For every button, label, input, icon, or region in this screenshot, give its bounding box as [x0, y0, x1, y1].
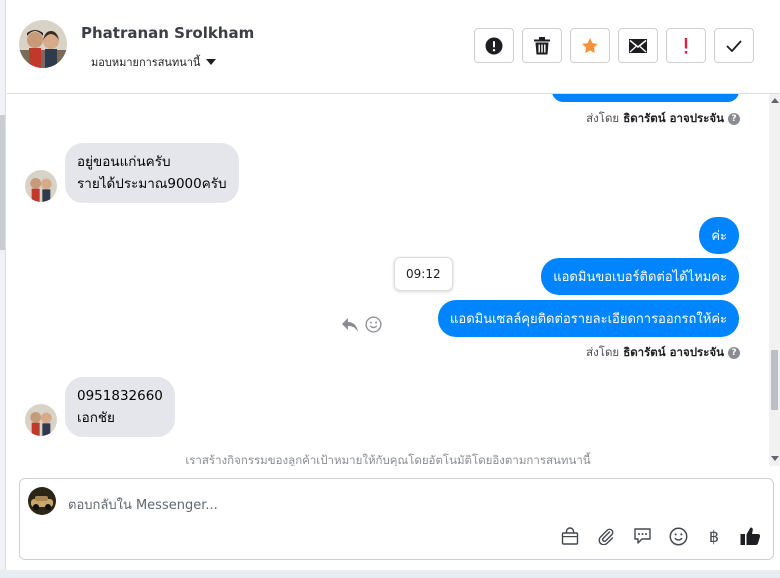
delete-button[interactable]	[522, 28, 562, 63]
conversation-toolbar	[474, 28, 754, 63]
outgoing-message[interactable]: แอดมินเซลล์คุยติดต่อรายละเอียดการออกรถให…	[438, 300, 739, 337]
star-icon	[582, 37, 598, 53]
sent-by-line: ส่งโดย ธิดารัตน์ อาจประจัน ?	[586, 110, 740, 128]
chat-scrollbar[interactable]	[769, 94, 780, 466]
exclamation-circle-icon	[485, 37, 503, 54]
contact-avatar-small[interactable]	[25, 170, 57, 202]
reply-input[interactable]: ตอบกลับใน Messenger...	[68, 494, 218, 515]
help-icon[interactable]: ?	[728, 113, 740, 125]
incoming-message[interactable]: 0951832660 เอกชัย	[65, 377, 175, 437]
check-icon	[726, 39, 742, 52]
star-button[interactable]	[570, 28, 610, 63]
thumbs-up-icon[interactable]	[739, 525, 761, 547]
sender-name[interactable]: ธิดารัตน์ อาจประจัน	[623, 344, 724, 362]
saved-reply-icon[interactable]	[631, 525, 653, 547]
message-composer[interactable]: ตอบกลับใน Messenger... ฿	[19, 478, 774, 560]
reply-icon[interactable]	[341, 317, 359, 333]
follow-up-button[interactable]	[666, 28, 706, 63]
timestamp-tooltip: 09:12	[394, 257, 453, 291]
outgoing-message[interactable]: ค่ะ	[699, 217, 739, 254]
react-emoji-icon[interactable]	[365, 316, 382, 333]
spam-button[interactable]	[474, 28, 514, 63]
assign-conversation-dropdown[interactable]: มอบหมายการสนทนานี้	[91, 53, 217, 71]
composer-tools: ฿	[559, 525, 761, 547]
envelope-icon	[629, 38, 647, 53]
emoji-icon[interactable]	[667, 525, 689, 547]
message-actions	[341, 316, 382, 333]
scroll-down-arrow-icon[interactable]	[771, 456, 779, 461]
help-icon[interactable]: ?	[728, 347, 740, 359]
left-edge-marker	[0, 115, 5, 250]
assign-label: มอบหมายการสนทนานี้	[91, 56, 201, 69]
shopping-bag-icon[interactable]	[559, 525, 581, 547]
conversation-header: Phatranan Srolkham มอบหมายการสนทนานี้	[7, 0, 780, 94]
page-avatar	[28, 487, 56, 515]
left-edge-panel	[0, 0, 6, 578]
contact-avatar[interactable]	[19, 20, 67, 68]
exclamation-icon	[684, 37, 688, 54]
lead-activity-notice: เราสร้างกิจกรรมของลูกค้าเป้าหมายให้กับคุ…	[185, 453, 591, 466]
message-list[interactable]: ส่งโดย ธิดารัตน์ อาจประจัน ? อยู่ขอนแก่น…	[7, 94, 769, 466]
outgoing-message-partial[interactable]	[552, 94, 739, 102]
baht-icon[interactable]: ฿	[703, 525, 725, 547]
scroll-up-arrow-icon[interactable]	[771, 98, 779, 103]
bottom-strip	[0, 570, 780, 578]
caret-down-icon	[206, 59, 217, 65]
sender-name[interactable]: ธิดารัตน์ อาจประจัน	[623, 110, 724, 128]
incoming-message[interactable]: อยู่ขอนแก่นครับ รายได้ประมาณ9000ครับ	[65, 143, 239, 203]
scroll-thumb[interactable]	[771, 350, 778, 410]
contact-name[interactable]: Phatranan Srolkham	[81, 24, 254, 42]
sent-by-line: ส่งโดย ธิดารัตน์ อาจประจัน ?	[586, 344, 740, 362]
done-button[interactable]	[714, 28, 754, 63]
contact-avatar-small[interactable]	[25, 404, 57, 436]
trash-icon	[534, 36, 550, 54]
outgoing-message[interactable]: แอดมินขอเบอร์ติดต่อได้ไหมคะ	[541, 258, 739, 295]
paperclip-icon[interactable]	[595, 525, 617, 547]
mark-unread-button[interactable]	[618, 28, 658, 63]
